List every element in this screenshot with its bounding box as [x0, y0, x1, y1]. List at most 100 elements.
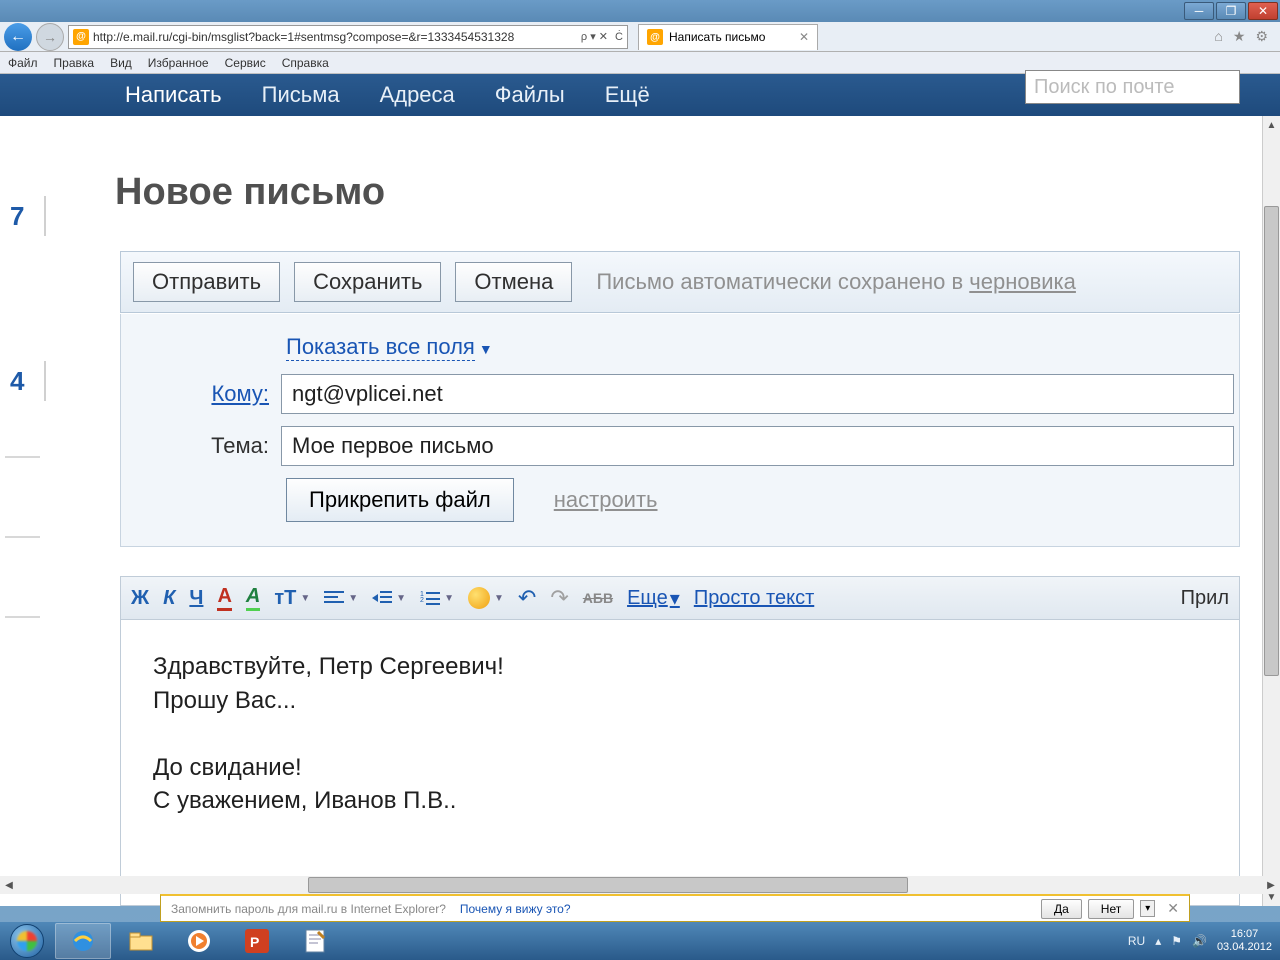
home-icon[interactable]: ⌂: [1214, 28, 1222, 45]
save-button[interactable]: Сохранить: [294, 262, 441, 302]
toolbar-attach-label: Прил: [1181, 587, 1229, 610]
editor-line: С уважением, Иванов П.В..: [153, 784, 1207, 818]
side-number-4: 4: [10, 361, 46, 401]
tray-flag-icon[interactable]: ⚑: [1171, 934, 1182, 948]
editor-line: Прошу Вас...: [153, 684, 1207, 718]
menu-help[interactable]: Справка: [282, 56, 329, 70]
taskbar-media-icon[interactable]: [171, 923, 227, 959]
system-tray: RU ▴ ⚑ 🔊 16:07 03.04.2012: [1128, 928, 1280, 954]
password-save-bar: Запомнить пароль для mail.ru в Internet …: [160, 894, 1190, 922]
tray-lang[interactable]: RU: [1128, 934, 1145, 948]
taskbar: P RU ▴ ⚑ 🔊 16:07 03.04.2012: [0, 922, 1280, 960]
password-dropdown-icon[interactable]: ▾: [1140, 900, 1155, 917]
svg-text:P: P: [250, 934, 259, 950]
side-number-7: 7: [10, 196, 46, 236]
start-button[interactable]: [0, 922, 54, 960]
password-bar-close-icon[interactable]: ✕: [1167, 900, 1179, 917]
plain-text-link[interactable]: Просто текст: [694, 587, 814, 610]
underline-icon[interactable]: Ч: [189, 587, 203, 610]
content-area: ▲ ▼ 7 4 Новое письмо Отправить Сохранить…: [0, 116, 1280, 906]
password-no-button[interactable]: Нет: [1088, 899, 1134, 919]
why-link[interactable]: Почему я вижу это?: [460, 902, 571, 916]
taskbar-notepad-icon[interactable]: [287, 923, 343, 959]
window-maximize-button[interactable]: ❐: [1216, 2, 1246, 20]
autosave-note: Письмо автоматически сохранено в чернови…: [596, 269, 1076, 295]
menu-view[interactable]: Вид: [110, 56, 132, 70]
message-body-editor[interactable]: Здравствуйте, Петр Сергеевич! Прошу Вас.…: [120, 620, 1240, 906]
subject-input[interactable]: [281, 426, 1234, 466]
horizontal-scrollbar[interactable]: ◀ ▶: [0, 876, 1280, 894]
editor-line: До свидание!: [153, 751, 1207, 785]
password-yes-button[interactable]: Да: [1041, 899, 1082, 919]
site-favicon-icon: @: [73, 29, 89, 45]
nav-compose[interactable]: Написать: [125, 82, 222, 108]
tools-icon[interactable]: ⚙: [1255, 28, 1268, 45]
action-button-row: Отправить Сохранить Отмена Письмо автома…: [120, 251, 1240, 313]
address-bar[interactable]: @ http://e.mail.ru/cgi-bin/msglist?back=…: [68, 25, 628, 49]
browser-tab[interactable]: @ Написать письмо ✕: [638, 24, 818, 50]
font-size-icon[interactable]: тТ▼: [274, 587, 310, 610]
page-title: Новое письмо: [115, 171, 385, 214]
text-color-icon[interactable]: А: [217, 585, 231, 611]
align-icon[interactable]: ▼: [324, 590, 358, 606]
vertical-scrollbar[interactable]: ▲ ▼: [1262, 116, 1280, 906]
taskbar-powerpoint-icon[interactable]: P: [229, 923, 285, 959]
forward-button[interactable]: →: [36, 23, 64, 51]
side-divider: [5, 616, 40, 618]
cancel-button[interactable]: Отмена: [455, 262, 572, 302]
send-button[interactable]: Отправить: [133, 262, 280, 302]
emoticon-icon[interactable]: ▼: [468, 587, 504, 609]
nav-files[interactable]: Файлы: [495, 82, 565, 108]
tray-clock[interactable]: 16:07 03.04.2012: [1217, 928, 1272, 954]
italic-icon[interactable]: К: [163, 587, 175, 610]
tab-favicon-icon: @: [647, 29, 663, 45]
redo-icon[interactable]: ↷: [550, 585, 568, 611]
tray-volume-icon[interactable]: 🔊: [1192, 934, 1207, 948]
favorites-icon[interactable]: ★: [1233, 28, 1246, 45]
nav-inbox[interactable]: Письма: [262, 82, 340, 108]
undo-icon[interactable]: ↶: [518, 585, 536, 611]
url-text: http://e.mail.ru/cgi-bin/msglist?back=1#…: [93, 30, 577, 44]
to-input[interactable]: [281, 374, 1234, 414]
scroll-right-icon[interactable]: ▶: [1262, 876, 1280, 894]
editor-line: Здравствуйте, Петр Сергеевич!: [153, 650, 1207, 684]
window-titlebar: ─ ❐ ✕: [0, 0, 1280, 22]
tab-close-icon[interactable]: ✕: [799, 30, 809, 44]
svg-text:2: 2: [420, 597, 424, 604]
menu-file[interactable]: Файл: [8, 56, 38, 70]
toolbar-more-link[interactable]: Еще▾: [627, 586, 680, 611]
strikethrough-icon[interactable]: АБВ: [583, 590, 613, 606]
scroll-up-icon[interactable]: ▲: [1263, 116, 1280, 134]
hscroll-thumb[interactable]: [308, 877, 908, 893]
menu-tools[interactable]: Сервис: [225, 56, 266, 70]
taskbar-ie-icon[interactable]: [55, 923, 111, 959]
compose-header-form: Показать все поля▼ Кому: Тема: Прикрепит…: [120, 314, 1240, 547]
highlight-icon[interactable]: А: [246, 585, 260, 611]
mail-search-input[interactable]: Поиск по почте: [1025, 70, 1240, 104]
bold-icon[interactable]: Ж: [131, 587, 149, 610]
nav-more[interactable]: Ещё: [605, 82, 650, 108]
menu-edit[interactable]: Правка: [54, 56, 95, 70]
window-close-button[interactable]: ✕: [1248, 2, 1278, 20]
scroll-thumb[interactable]: [1264, 206, 1279, 676]
side-divider: [5, 536, 40, 538]
list-icon[interactable]: 12▼: [420, 590, 454, 606]
window-minimize-button[interactable]: ─: [1184, 2, 1214, 20]
taskbar-explorer-icon[interactable]: [113, 923, 169, 959]
browser-navigation-bar: ← → @ http://e.mail.ru/cgi-bin/msglist?b…: [0, 22, 1280, 52]
configure-link[interactable]: настроить: [554, 487, 658, 513]
scroll-left-icon[interactable]: ◀: [0, 876, 18, 894]
password-prompt-text: Запомнить пароль для mail.ru в Internet …: [171, 902, 446, 916]
attach-file-button[interactable]: Прикрепить файл: [286, 478, 514, 522]
editor-toolbar: Ж К Ч А А тТ▼ ▼ ▼ 12▼ ▼ ↶ ↷ АБВ Еще▾ Про…: [120, 576, 1240, 620]
to-label[interactable]: Кому:: [121, 381, 281, 407]
indent-icon[interactable]: ▼: [372, 590, 406, 606]
nav-addresses[interactable]: Адреса: [380, 82, 455, 108]
show-all-fields[interactable]: Показать все поля▼: [286, 334, 1239, 360]
mail-navbar: Написать Письма Адреса Файлы Ещё Поиск п…: [0, 74, 1280, 116]
tray-arrow-icon[interactable]: ▴: [1155, 934, 1161, 948]
back-button[interactable]: ←: [4, 23, 32, 51]
menu-favorites[interactable]: Избранное: [148, 56, 209, 70]
url-search-controls[interactable]: ρ ▾ ✕ Ċ: [581, 30, 623, 43]
subject-label: Тема:: [121, 433, 281, 459]
